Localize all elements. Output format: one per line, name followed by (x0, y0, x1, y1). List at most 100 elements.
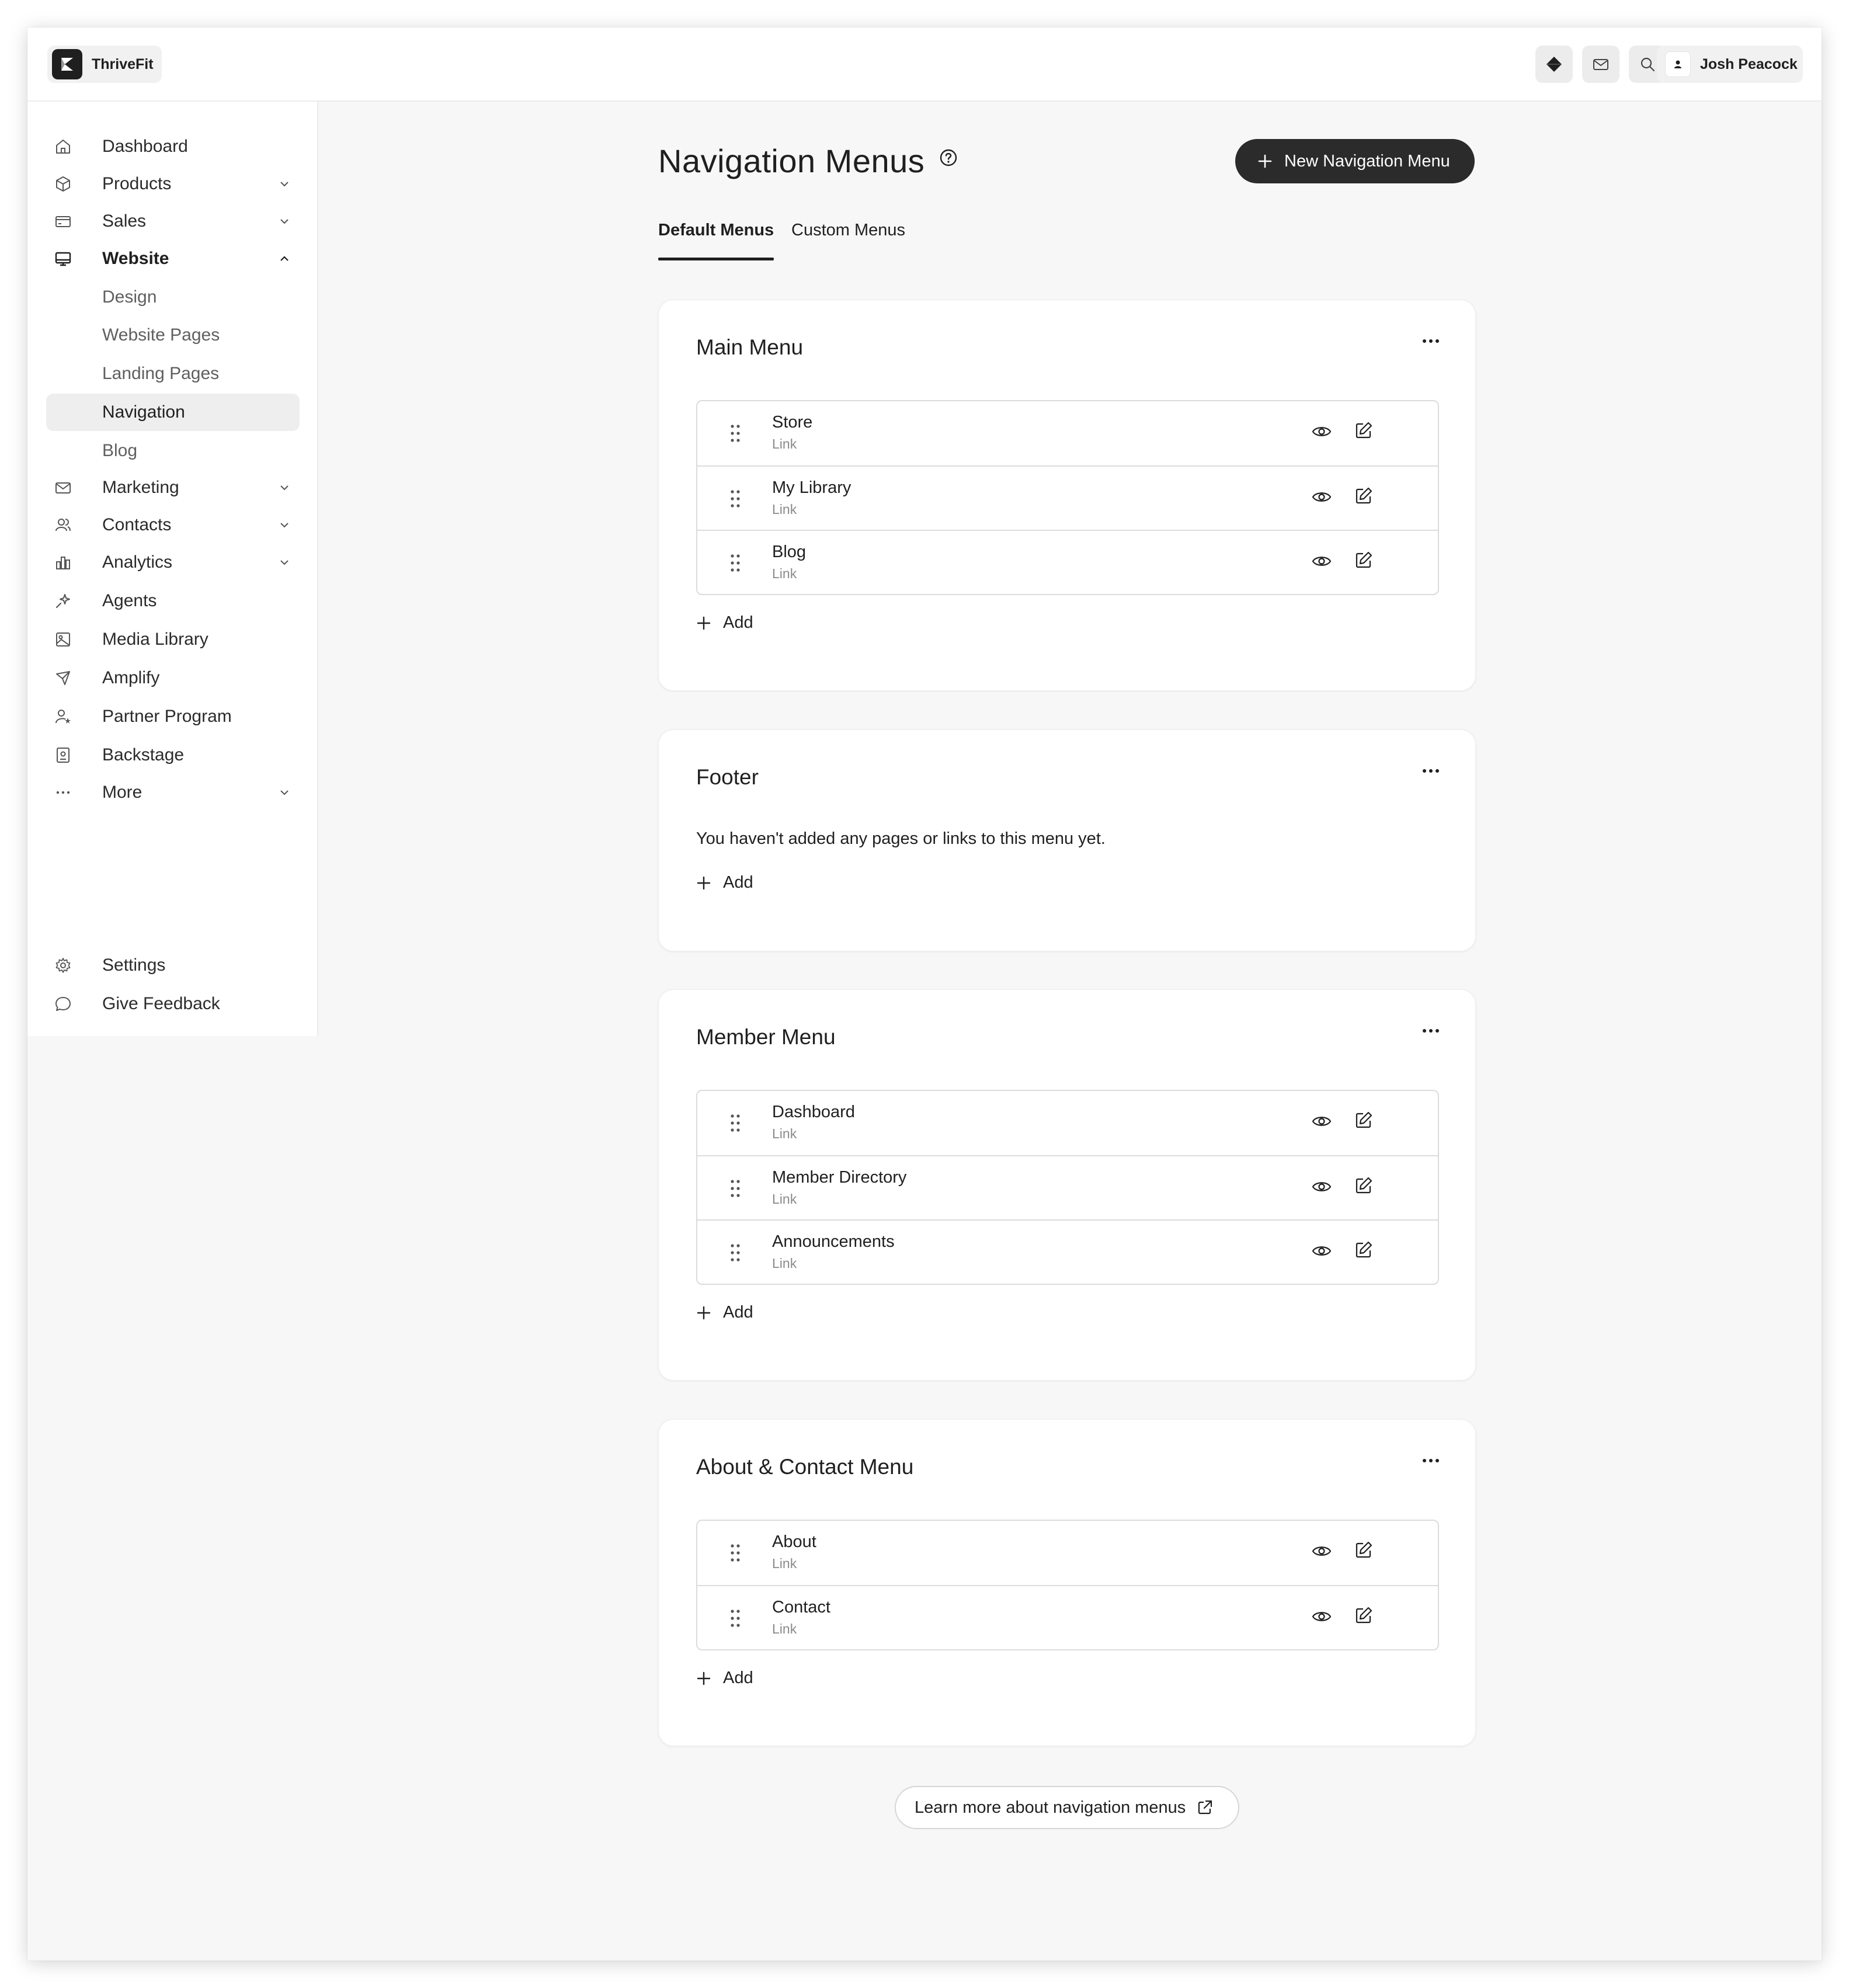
sidebar-item-contacts[interactable]: Contacts (46, 506, 300, 544)
edit-icon[interactable] (1354, 1540, 1374, 1560)
add-menu-item-button[interactable]: Add (696, 613, 753, 632)
learn-more-label: Learn more about navigation menus (915, 1798, 1186, 1817)
eye-icon[interactable] (1312, 1608, 1332, 1625)
drag-handle-icon[interactable] (729, 1113, 741, 1133)
sidebar-item-analytics[interactable]: Analytics (46, 544, 300, 581)
more-horizontal-icon[interactable] (1421, 1027, 1440, 1034)
sidebar-item-marketing[interactable]: Marketing (46, 469, 300, 506)
sidebar-item-amplify[interactable]: Amplify (46, 659, 300, 697)
sidebar: Dashboard Products Sales Website Design … (27, 102, 318, 1036)
eye-icon[interactable] (1312, 489, 1332, 505)
brand-name: ThriveFit (92, 55, 154, 72)
edit-icon[interactable] (1354, 1240, 1374, 1260)
credit-card-icon (55, 216, 71, 227)
send-icon (56, 671, 70, 685)
sidebar-item-label: Media Library (102, 630, 208, 649)
drag-handle-icon[interactable] (729, 1543, 741, 1563)
badge-icon (57, 748, 69, 763)
chevron-down-icon (280, 182, 289, 187)
eye-icon[interactable] (1312, 1543, 1332, 1559)
sidebar-subitem-blog[interactable]: Blog (46, 432, 300, 470)
add-label: Add (723, 1303, 753, 1322)
eye-icon[interactable] (1312, 1113, 1332, 1129)
menu-item-name: My Library (772, 478, 851, 497)
card-title: Footer (696, 765, 759, 789)
sidebar-item-label: Contacts (102, 515, 172, 534)
sidebar-item-label: Website (102, 249, 169, 268)
more-horizontal-icon[interactable] (1421, 1457, 1440, 1464)
edit-icon[interactable] (1354, 550, 1374, 570)
drag-handle-icon[interactable] (729, 1608, 741, 1628)
sidebar-item-partner-program[interactable]: Partner Program (46, 698, 300, 735)
more-horizontal-icon[interactable] (1421, 338, 1440, 345)
sidebar-item-products[interactable]: Products (46, 165, 300, 203)
add-menu-item-button[interactable]: Add (696, 873, 753, 892)
sidebar-item-settings[interactable]: Settings (46, 947, 300, 984)
sidebar-item-dashboard[interactable]: Dashboard (46, 128, 300, 165)
sidebar-item-media-library[interactable]: Media Library (46, 621, 300, 658)
menu-item-row[interactable]: Dashboard Link (697, 1091, 1438, 1155)
home-icon (56, 140, 70, 154)
sidebar-item-label: Dashboard (102, 137, 188, 156)
chevron-down-icon (280, 219, 289, 224)
tab-custom-menus[interactable]: Custom Menus (791, 221, 905, 262)
edit-icon[interactable] (1354, 420, 1374, 440)
sidebar-item-label: Give Feedback (102, 994, 220, 1013)
menu-item-row[interactable]: Contact Link (697, 1585, 1438, 1649)
sidebar-item-give-feedback[interactable]: Give Feedback (46, 985, 300, 1023)
menu-item-row[interactable]: Member Directory Link (697, 1155, 1438, 1219)
edit-icon[interactable] (1354, 486, 1374, 506)
add-label: Add (723, 873, 753, 892)
sidebar-item-label: Settings (102, 955, 166, 975)
help-circle-icon[interactable] (939, 148, 958, 168)
new-navigation-menu-button[interactable]: New Navigation Menu (1235, 139, 1475, 183)
eye-icon[interactable] (1312, 1243, 1332, 1259)
drag-handle-icon[interactable] (729, 1243, 741, 1263)
plus-icon (697, 616, 711, 630)
drag-handle-icon[interactable] (729, 423, 741, 443)
menu-item-row[interactable]: Store Link (697, 401, 1438, 465)
user-menu-button[interactable]: Josh Peacock (1657, 46, 1803, 83)
learn-more-link[interactable]: Learn more about navigation menus (895, 1786, 1239, 1829)
sidebar-subitem-navigation[interactable]: Navigation (46, 394, 300, 431)
sidebar-item-more[interactable]: More (46, 774, 300, 811)
box-icon (56, 176, 70, 192)
sidebar-item-label: Analytics (102, 552, 173, 572)
menu-item-row[interactable]: Announcements Link (697, 1219, 1438, 1284)
sidebar-item-sales[interactable]: Sales (46, 203, 300, 240)
sidebar-item-backstage[interactable]: Backstage (46, 736, 300, 774)
menu-item-type: Link (772, 566, 797, 581)
edit-icon[interactable] (1354, 1176, 1374, 1195)
sidebar-subitem-landing-pages[interactable]: Landing Pages (46, 355, 300, 392)
menu-item-name: Store (772, 413, 813, 432)
more-horizontal-icon[interactable] (1421, 767, 1440, 774)
add-menu-item-button[interactable]: Add (696, 1303, 753, 1322)
eye-icon[interactable] (1312, 423, 1332, 440)
sidebar-item-website[interactable]: Website (46, 240, 300, 277)
sidebar-subitem-website-pages[interactable]: Website Pages (46, 317, 300, 354)
chevron-down-icon (280, 523, 289, 528)
sidebar-item-agents[interactable]: Agents (46, 582, 300, 620)
menu-item-row[interactable]: Blog Link (697, 530, 1438, 594)
eye-icon[interactable] (1312, 1179, 1332, 1195)
inbox-button[interactable] (1582, 46, 1619, 83)
menu-item-row[interactable]: About Link (697, 1521, 1438, 1585)
eye-icon[interactable] (1312, 553, 1332, 569)
drag-handle-icon[interactable] (729, 1179, 741, 1198)
brand-switcher[interactable]: ThriveFit (47, 46, 162, 83)
drag-handle-icon[interactable] (729, 553, 741, 573)
plus-icon (697, 876, 711, 889)
add-menu-item-button[interactable]: Add (696, 1669, 753, 1688)
avatar (1665, 51, 1691, 77)
upgrade-button[interactable] (1535, 46, 1573, 83)
tab-default-menus[interactable]: Default Menus (658, 221, 774, 262)
sidebar-subitem-design[interactable]: Design (46, 279, 300, 316)
edit-icon[interactable] (1354, 1110, 1374, 1130)
chevron-up-icon (280, 256, 289, 261)
menu-item-row[interactable]: My Library Link (697, 465, 1438, 530)
drag-handle-icon[interactable] (729, 489, 741, 509)
sidebar-item-label: Website Pages (102, 325, 220, 345)
gear-icon (55, 958, 71, 973)
edit-icon[interactable] (1354, 1605, 1374, 1625)
menu-item-name: Member Directory (772, 1168, 907, 1187)
